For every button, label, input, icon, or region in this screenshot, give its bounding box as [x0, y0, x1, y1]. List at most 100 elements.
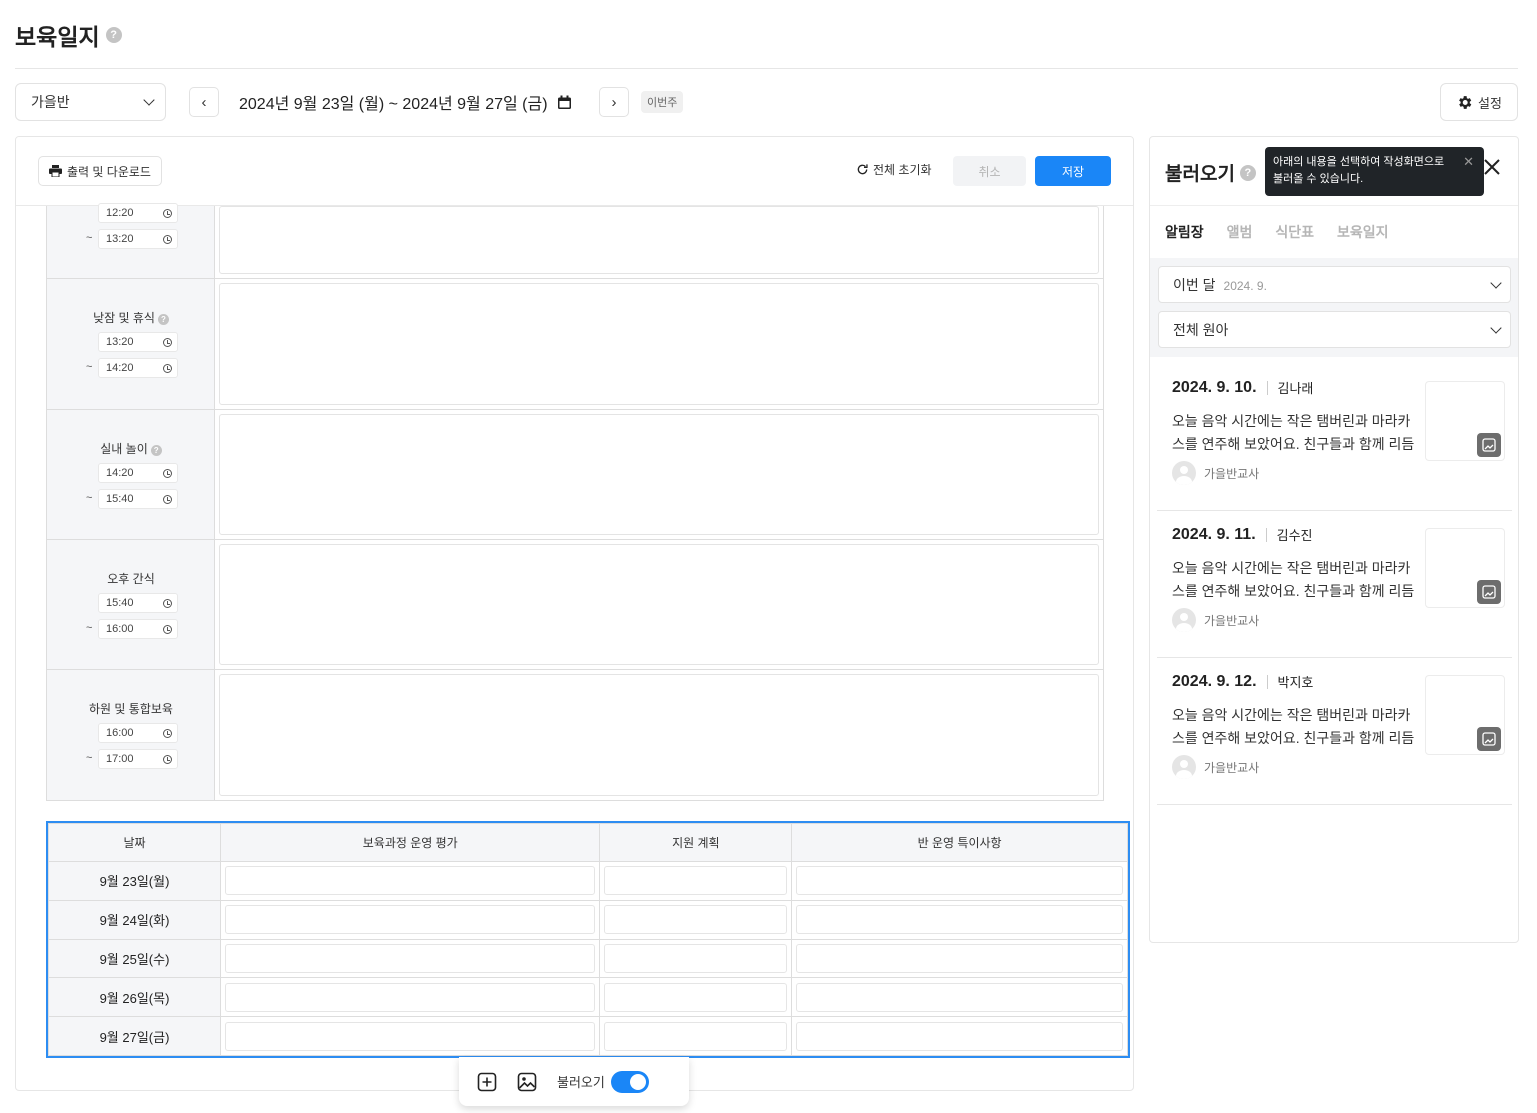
date-cell: 9월 26일(목): [48, 977, 221, 1018]
settings-button[interactable]: 설정: [1440, 83, 1518, 121]
clock-icon: [163, 598, 172, 608]
cancel-button[interactable]: 취소: [953, 156, 1026, 186]
support-plan-cell: [599, 899, 793, 940]
support-plan-input[interactable]: [604, 905, 788, 935]
load-toggle-label: 불러오기: [557, 1075, 605, 1090]
start-time-value: 14:20: [106, 467, 134, 479]
schedule-content-field[interactable]: [219, 206, 1099, 274]
next-week-button[interactable]: ›: [599, 87, 629, 117]
save-button[interactable]: 저장: [1035, 156, 1111, 186]
support-plan-input[interactable]: [604, 1021, 788, 1051]
printer-icon: [49, 165, 62, 177]
help-icon[interactable]: ?: [150, 445, 162, 456]
end-time-input[interactable]: 15:40: [98, 489, 178, 509]
reset-label: 전체 초기화: [873, 163, 932, 177]
card-author: 가을반교사: [1172, 755, 1259, 779]
tab-journal[interactable]: 보육일지: [1337, 222, 1389, 242]
notes-input[interactable]: [796, 982, 1123, 1012]
start-time-input[interactable]: 13:20: [98, 332, 178, 352]
start-time-input[interactable]: 12:20: [98, 203, 178, 223]
help-icon[interactable]: ?: [1239, 164, 1256, 181]
date-cell: 9월 27일(금): [48, 1016, 221, 1056]
print-download-button[interactable]: 출력 및 다운로드: [38, 156, 162, 186]
support-plan-input[interactable]: [604, 866, 788, 896]
evaluation-input[interactable]: [225, 866, 596, 896]
list-item[interactable]: 2024. 9. 12. 박지호 오늘 음악 시간에는 작은 탬버린과 마라카 스를…: [1157, 658, 1512, 805]
start-time-value: 16:00: [106, 727, 134, 739]
notes-input[interactable]: [796, 1021, 1123, 1051]
image-icon[interactable]: [517, 1072, 537, 1092]
schedule-label-cell: 오후 간식 15:40 ~ 16:00: [47, 540, 215, 669]
evaluation-cell: [219, 861, 601, 901]
table-row: 9월 24일(화): [48, 899, 1128, 940]
panel-divider: [1150, 205, 1518, 206]
floating-toolbar: 불러오기: [459, 1057, 689, 1106]
end-time-input[interactable]: 13:20: [98, 229, 178, 249]
image-badge: [1477, 433, 1501, 457]
evaluation-input[interactable]: [225, 905, 596, 935]
schedule-content-field[interactable]: [219, 674, 1099, 796]
print-label: 출력 및 다운로드: [67, 164, 151, 179]
add-box-icon[interactable]: [477, 1072, 497, 1092]
schedule-content-field[interactable]: [219, 414, 1099, 535]
support-plan-input[interactable]: [604, 943, 788, 973]
list-item[interactable]: 2024. 9. 10. 김나래 오늘 음악 시간에는 작은 탬버린과 마라카 스를…: [1157, 364, 1512, 511]
help-icon[interactable]: ?: [157, 314, 169, 325]
evaluation-input[interactable]: [225, 943, 596, 973]
evaluation-cell: [219, 977, 601, 1018]
start-time-input[interactable]: 14:20: [98, 463, 178, 483]
date-range-text: 2024년 9월 23일 (월) ~ 2024년 9월 27일 (금): [239, 96, 548, 113]
tab-album[interactable]: 앨범: [1227, 222, 1253, 242]
tilde-separator: ~: [86, 752, 93, 764]
close-panel-button[interactable]: [1483, 155, 1501, 183]
child-filter-select[interactable]: 전체 원아: [1158, 311, 1511, 348]
settings-label: 설정: [1478, 95, 1502, 111]
load-panel-title: 불러오기 ?: [1165, 159, 1256, 186]
tab-menu[interactable]: 식단표: [1275, 222, 1314, 242]
list-item[interactable]: 2024. 9. 11. 김수진 오늘 음악 시간에는 작은 탬버린과 마라카 스를…: [1157, 511, 1512, 658]
reset-all-button[interactable]: 전체 초기화: [856, 161, 932, 178]
card-thumbnail: [1425, 381, 1505, 461]
image-icon: [1482, 732, 1496, 746]
schedule-row: 12:20 ~ 13:20: [47, 203, 1103, 279]
support-plan-cell: [599, 1016, 793, 1056]
notes-input[interactable]: [796, 943, 1123, 973]
avatar: [1172, 608, 1196, 632]
calendar-icon[interactable]: [557, 95, 572, 110]
daily-schedule: 12:20 ~ 13:20 낮잠 및 휴식? 13:20 ~ 14:20 실내 …: [46, 203, 1104, 801]
notes-input[interactable]: [796, 866, 1123, 896]
image-icon: [1482, 585, 1496, 599]
evaluation-input[interactable]: [225, 982, 596, 1012]
divider: [1266, 674, 1268, 689]
end-time-input[interactable]: 17:00: [98, 749, 178, 769]
tab-notice[interactable]: 알림장: [1165, 222, 1204, 242]
date-range[interactable]: 2024년 9월 23일 (월) ~ 2024년 9월 27일 (금): [239, 90, 572, 114]
refresh-icon: [857, 164, 868, 175]
clock-icon: [163, 337, 172, 347]
start-time-input[interactable]: 16:00: [98, 723, 178, 743]
month-filter-select[interactable]: 이번 달 2024. 9.: [1158, 266, 1511, 303]
close-icon[interactable]: ✕: [1463, 153, 1474, 170]
clock-icon: [163, 494, 172, 504]
class-select[interactable]: 가을반: [15, 83, 166, 121]
end-time-input[interactable]: 16:00: [98, 619, 178, 639]
chevron-down-icon: [1490, 276, 1502, 289]
help-icon[interactable]: ?: [105, 27, 122, 43]
support-plan-input[interactable]: [604, 982, 788, 1012]
load-toggle[interactable]: [610, 1070, 649, 1093]
this-week-button[interactable]: 이번주: [641, 91, 684, 113]
schedule-content-field[interactable]: [219, 544, 1099, 665]
image-badge: [1477, 580, 1501, 604]
chevron-down-icon: [143, 94, 155, 106]
tilde-separator: ~: [86, 492, 93, 504]
prev-week-button[interactable]: ‹: [189, 87, 219, 117]
notes-input[interactable]: [796, 905, 1123, 935]
schedule-label-cell: 실내 놀이? 14:20 ~ 15:40: [47, 410, 215, 539]
schedule-content-field[interactable]: [219, 283, 1099, 405]
tooltip-line: 아래의 내용을 선택하여 작성화면으로: [1273, 156, 1445, 168]
support-plan-cell: [599, 938, 793, 979]
evaluation-input[interactable]: [225, 1021, 596, 1051]
schedule-row: 실내 놀이? 14:20 ~ 15:40: [47, 410, 1103, 540]
start-time-input[interactable]: 15:40: [98, 593, 178, 613]
end-time-input[interactable]: 14:20: [98, 358, 178, 378]
